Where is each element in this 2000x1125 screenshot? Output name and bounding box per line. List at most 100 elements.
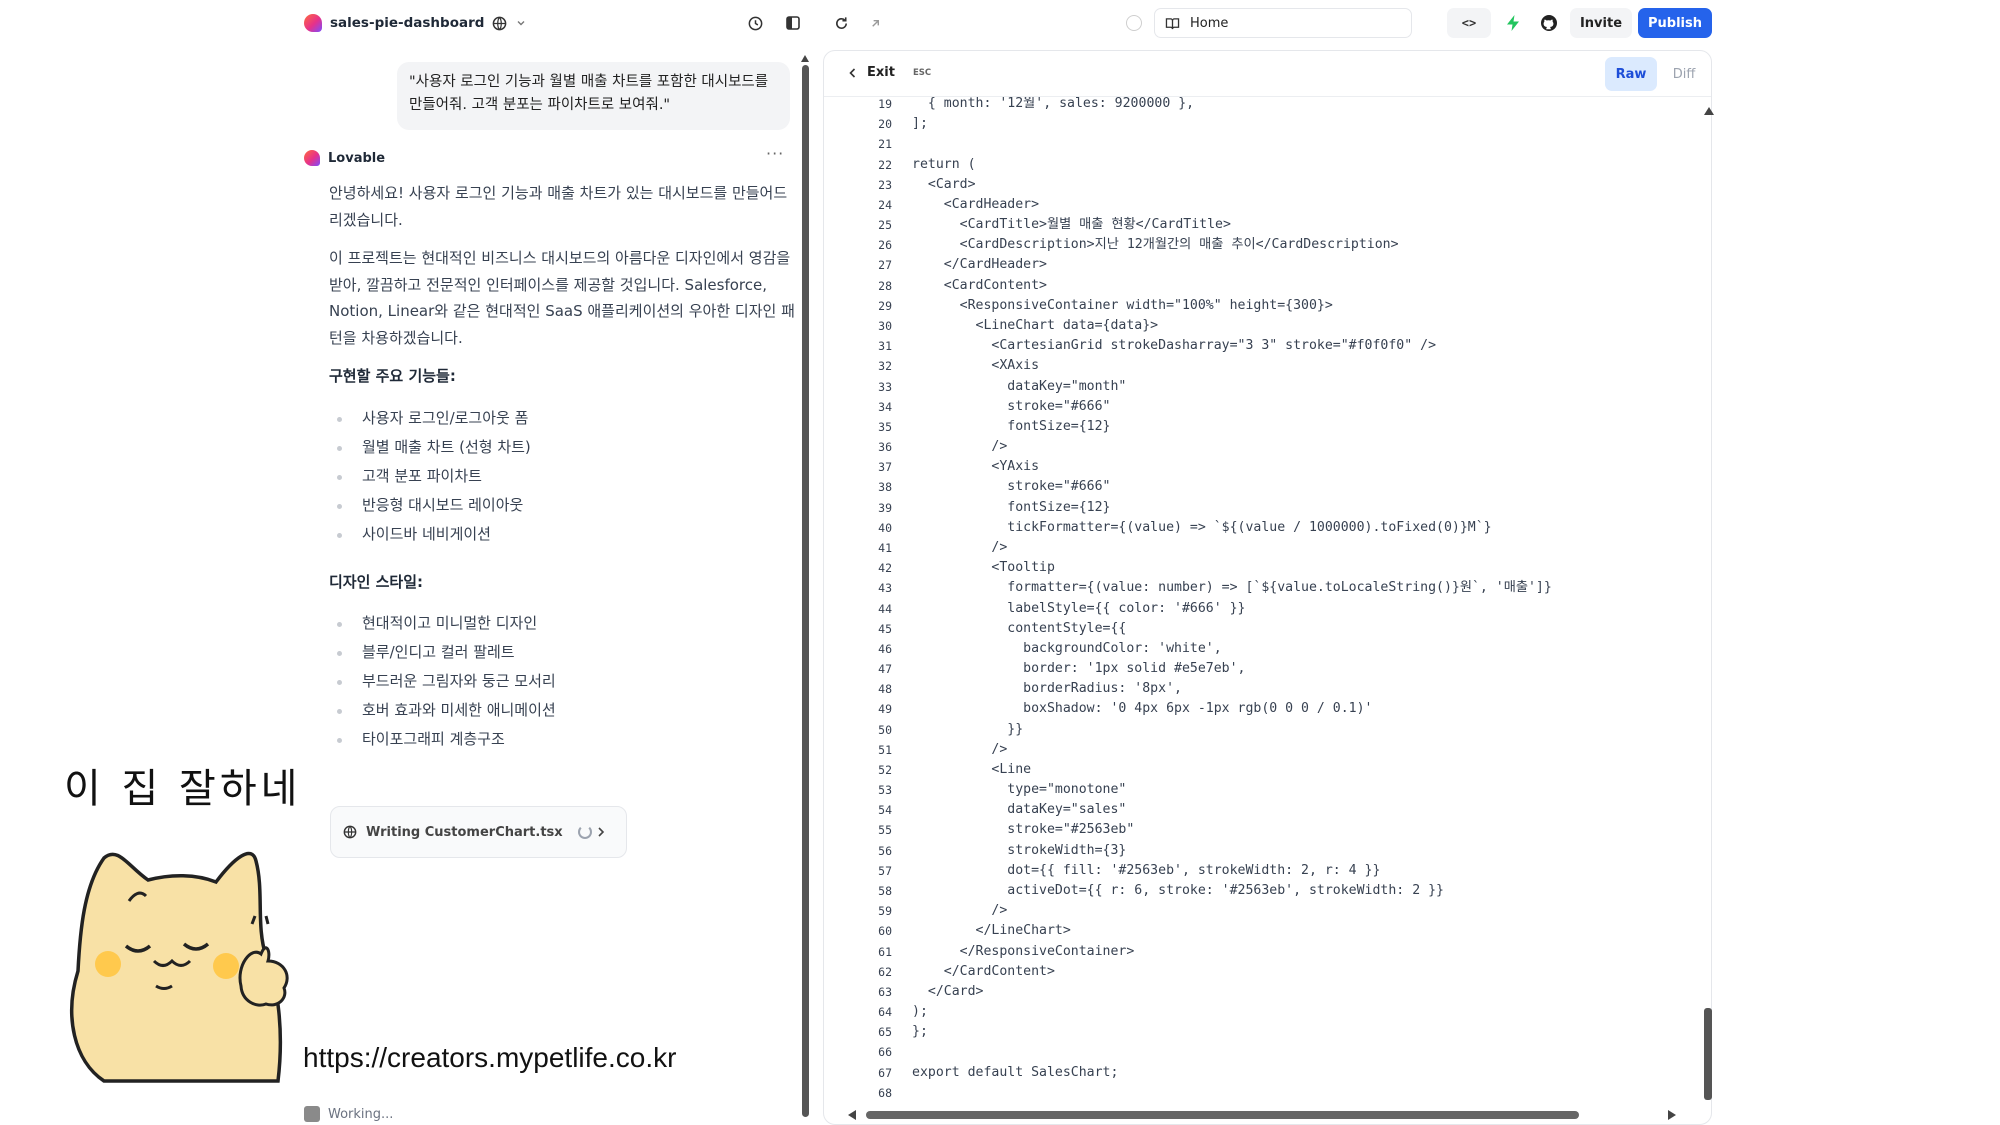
code-text: /> bbox=[912, 439, 1008, 455]
code-line: 47 border: '1px solid #e5e7eb', bbox=[824, 659, 1679, 679]
line-number: 36 bbox=[878, 440, 892, 455]
line-number: 37 bbox=[878, 460, 892, 475]
project-switcher[interactable]: sales-pie-dashboard bbox=[304, 12, 527, 34]
line-number: 43 bbox=[878, 581, 892, 596]
github-icon[interactable] bbox=[1534, 8, 1564, 38]
scrollbar-thumb[interactable] bbox=[866, 1111, 1579, 1119]
line-number: 59 bbox=[878, 904, 892, 919]
supabase-bolt-icon[interactable] bbox=[1498, 8, 1528, 38]
code-text: </ResponsiveContainer> bbox=[912, 943, 1135, 959]
code-line: 63 </Card> bbox=[824, 982, 1679, 1002]
code-line: 61 </ResponsiveContainer> bbox=[824, 942, 1679, 962]
line-number: 62 bbox=[878, 964, 892, 979]
code-vertical-scrollbar[interactable] bbox=[1703, 100, 1714, 1100]
invite-button[interactable]: Invite bbox=[1570, 8, 1632, 38]
features-heading: 구현할 주요 기능들: bbox=[329, 367, 456, 385]
scrollbar-thumb[interactable] bbox=[802, 65, 809, 1117]
scroll-up-arrow-icon[interactable] bbox=[1704, 107, 1714, 115]
exit-button[interactable]: Exit ESC bbox=[848, 65, 931, 80]
code-line: 43 formatter={(value: number) => [`${val… bbox=[824, 578, 1679, 598]
code-line: 26 <CardDescription>지난 12개월간의 매출 추이</Car… bbox=[824, 235, 1679, 255]
code-text: <Card> bbox=[912, 176, 976, 192]
code-text: <CartesianGrid strokeDasharray="3 3" str… bbox=[912, 338, 1437, 354]
chat-scrollbar[interactable] bbox=[801, 55, 810, 1117]
code-line: 65}; bbox=[824, 1022, 1679, 1042]
scroll-left-arrow-icon[interactable] bbox=[848, 1110, 856, 1120]
code-view-button[interactable]: <> bbox=[1447, 8, 1491, 38]
chevron-left-icon bbox=[848, 67, 857, 79]
code-line: 48 borderRadius: '8px', bbox=[824, 679, 1679, 699]
code-text: <XAxis bbox=[912, 358, 1040, 374]
code-line: 35 fontSize={12} bbox=[824, 417, 1679, 437]
line-number: 39 bbox=[878, 500, 892, 515]
diff-tab[interactable]: Diff bbox=[1662, 57, 1706, 91]
open-external-icon[interactable] bbox=[864, 12, 886, 34]
code-text: <Tooltip bbox=[912, 560, 1055, 576]
code-text: tickFormatter={(value) => `${(value / 10… bbox=[912, 519, 1492, 535]
chevron-right-icon[interactable] bbox=[596, 823, 606, 842]
code-line: 40 tickFormatter={(value) => `${(value /… bbox=[824, 518, 1679, 538]
list-item: 월별 매출 차트 (선형 차트) bbox=[329, 433, 795, 462]
line-number: 41 bbox=[878, 540, 892, 555]
code-text: </LineChart> bbox=[912, 923, 1071, 939]
code-line: 33 dataKey="month" bbox=[824, 377, 1679, 397]
more-options-icon[interactable]: ··· bbox=[766, 144, 784, 163]
line-number: 42 bbox=[878, 561, 892, 576]
history-icon[interactable] bbox=[744, 12, 766, 34]
line-number: 54 bbox=[878, 803, 892, 818]
line-number: 19 bbox=[878, 97, 892, 111]
line-number: 51 bbox=[878, 742, 892, 757]
route-label: Home bbox=[1190, 15, 1229, 31]
code-line: 29 <ResponsiveContainer width="100%" hei… bbox=[824, 296, 1679, 316]
raw-tab[interactable]: Raw bbox=[1605, 57, 1657, 91]
line-number: 30 bbox=[878, 318, 892, 333]
code-text: fontSize={12} bbox=[912, 418, 1111, 434]
file-write-chip[interactable]: Writing CustomerChart.tsx bbox=[330, 806, 627, 858]
line-number: 20 bbox=[878, 117, 892, 132]
publish-button[interactable]: Publish bbox=[1638, 8, 1712, 38]
refresh-icon[interactable] bbox=[830, 12, 852, 34]
line-number: 60 bbox=[878, 924, 892, 939]
code-text: type="monotone" bbox=[912, 782, 1127, 798]
code-line: 53 type="monotone" bbox=[824, 780, 1679, 800]
code-text: <CardContent> bbox=[912, 277, 1047, 293]
code-line: 52 <Line bbox=[824, 760, 1679, 780]
code-text: <CardDescription>지난 12개월간의 매출 추이</CardDe… bbox=[912, 237, 1399, 253]
route-selector[interactable]: Home bbox=[1154, 8, 1412, 38]
line-number: 57 bbox=[878, 863, 892, 878]
code-line: 55 stroke="#2563eb" bbox=[824, 820, 1679, 840]
assistant-message: 안녕하세요! 사용자 로그인 기능과 매출 차트가 있는 대시보드를 만들어드리… bbox=[329, 180, 795, 774]
line-number: 25 bbox=[878, 218, 892, 233]
list-item: 블루/인디고 컬러 팔레트 bbox=[329, 638, 795, 667]
line-number: 40 bbox=[878, 520, 892, 535]
code-line: 66 bbox=[824, 1042, 1679, 1062]
project-name: sales-pie-dashboard bbox=[330, 15, 485, 31]
code-line: 44 labelStyle={{ color: '#666' }} bbox=[824, 599, 1679, 619]
line-number: 46 bbox=[878, 641, 892, 656]
loading-spinner-icon bbox=[577, 825, 592, 839]
code-text: /> bbox=[912, 741, 1008, 757]
line-number: 31 bbox=[878, 339, 892, 354]
code-text: ]; bbox=[912, 116, 928, 132]
list-item: 사용자 로그인/로그아웃 폼 bbox=[329, 404, 795, 433]
code-line: 60 </LineChart> bbox=[824, 921, 1679, 941]
assistant-header: Lovable bbox=[304, 150, 385, 166]
code-horizontal-scrollbar[interactable] bbox=[848, 1108, 1676, 1120]
code-line: 41 /> bbox=[824, 538, 1679, 558]
code-line: 57 dot={{ fill: '#2563eb', strokeWidth: … bbox=[824, 861, 1679, 881]
code-line: 67 export default SalesChart; bbox=[824, 1063, 1679, 1083]
sidebar-toggle-icon[interactable] bbox=[782, 12, 804, 34]
code-line: 36 /> bbox=[824, 437, 1679, 457]
line-number: 32 bbox=[878, 359, 892, 374]
scroll-right-arrow-icon[interactable] bbox=[1668, 1110, 1676, 1120]
code-viewer[interactable]: 19 { month: '12월', sales: 9200000 }, 20];… bbox=[824, 97, 1679, 1124]
scrollbar-thumb[interactable] bbox=[1704, 1008, 1712, 1100]
chevron-down-icon[interactable] bbox=[515, 17, 527, 29]
code-text: strokeWidth={3} bbox=[912, 842, 1127, 858]
code-line: 27 </CardHeader> bbox=[824, 255, 1679, 275]
code-line: 46 backgroundColor: 'white', bbox=[824, 639, 1679, 659]
scroll-up-arrow-icon[interactable] bbox=[801, 55, 809, 62]
top-bar: sales-pie-dashboard Home <> Invite Publi… bbox=[0, 0, 2000, 46]
code-line: 39 fontSize={12} bbox=[824, 498, 1679, 518]
code-line: 22 return ( bbox=[824, 155, 1679, 175]
